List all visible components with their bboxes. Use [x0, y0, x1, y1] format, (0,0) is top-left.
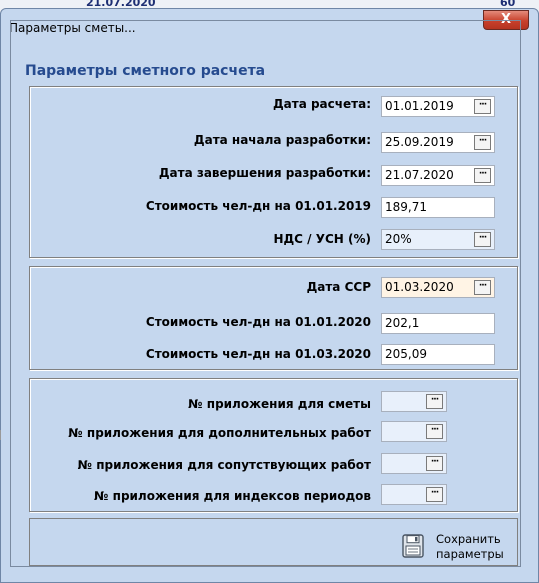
- cost-2019-value: 189,71: [385, 200, 427, 214]
- end-date-field[interactable]: 21.07.2020 ···: [381, 165, 495, 186]
- appendix-related-label: № приложения для сопутствующих работ: [77, 458, 371, 472]
- calc-date-field[interactable]: 01.01.2019 ···: [381, 96, 495, 117]
- end-date-value: 21.07.2020: [385, 168, 454, 182]
- appendix-additional-label: № приложения для дополнительных работ: [68, 426, 371, 440]
- cost-2020-mar-value: 205,09: [385, 347, 427, 361]
- ssr-date-value: 01.03.2020: [385, 280, 454, 294]
- vat-field[interactable]: 20% ···: [381, 229, 495, 250]
- appendix-additional-field[interactable]: ···: [381, 421, 447, 442]
- left-edge-mark: [0, 430, 1, 440]
- cost-2020-mar-field[interactable]: 205,09: [381, 344, 495, 365]
- end-date-picker-button[interactable]: ···: [474, 168, 491, 183]
- cost-2019-label: Стоимость чел-дн на 01.01.2019: [145, 199, 371, 213]
- appendix-related-button[interactable]: ···: [426, 456, 443, 471]
- floppy-disk-icon: [402, 534, 424, 558]
- cost-2020-mar-label: Стоимость чел-дн на 01.03.2020: [145, 347, 371, 361]
- calc-date-value: 01.01.2019: [385, 99, 454, 113]
- ssr-date-picker-button[interactable]: ···: [474, 280, 491, 295]
- start-date-label: Дата начала разработки:: [193, 133, 371, 147]
- vat-value: 20%: [385, 232, 412, 246]
- section-heading: Параметры сметного расчета: [25, 63, 266, 79]
- appendix-estimate-label: № приложения для сметы: [188, 397, 371, 411]
- end-date-label: Дата завершения разработки:: [158, 166, 371, 180]
- appendix-related-field[interactable]: ···: [381, 453, 447, 474]
- start-date-field[interactable]: 25.09.2019 ···: [381, 132, 495, 153]
- vat-select-button[interactable]: ···: [474, 232, 491, 247]
- save-button-label: Сохранить параметры: [436, 532, 516, 562]
- vat-label: НДС / УСН (%): [273, 232, 371, 246]
- appendix-index-label: № приложения для индексов периодов: [94, 489, 371, 503]
- appendix-estimate-button[interactable]: ···: [426, 394, 443, 409]
- cost-2020-jan-field[interactable]: 202,1: [381, 313, 495, 334]
- appendix-index-button[interactable]: ···: [426, 487, 443, 502]
- cost-2020-jan-label: Стоимость чел-дн на 01.01.2020: [145, 315, 371, 329]
- appendix-index-field[interactable]: ···: [381, 484, 447, 505]
- appendix-estimate-field[interactable]: ···: [381, 391, 447, 412]
- save-label-line2: параметры: [436, 547, 504, 561]
- save-parameters-button[interactable]: Сохранить параметры: [398, 530, 518, 566]
- start-date-picker-button[interactable]: ···: [474, 135, 491, 150]
- appendix-additional-button[interactable]: ···: [426, 424, 443, 439]
- calc-date-picker-button[interactable]: ···: [474, 99, 491, 114]
- cost-2020-jan-value: 202,1: [385, 316, 420, 330]
- save-label-line1: Сохранить: [436, 532, 501, 546]
- calc-date-label: Дата расчета:: [272, 97, 371, 111]
- ssr-date-field[interactable]: 01.03.2020 ···: [381, 277, 495, 298]
- ssr-date-label: Дата ССР: [306, 280, 371, 294]
- start-date-value: 25.09.2019: [385, 135, 454, 149]
- cost-2019-field[interactable]: 189,71: [381, 197, 495, 218]
